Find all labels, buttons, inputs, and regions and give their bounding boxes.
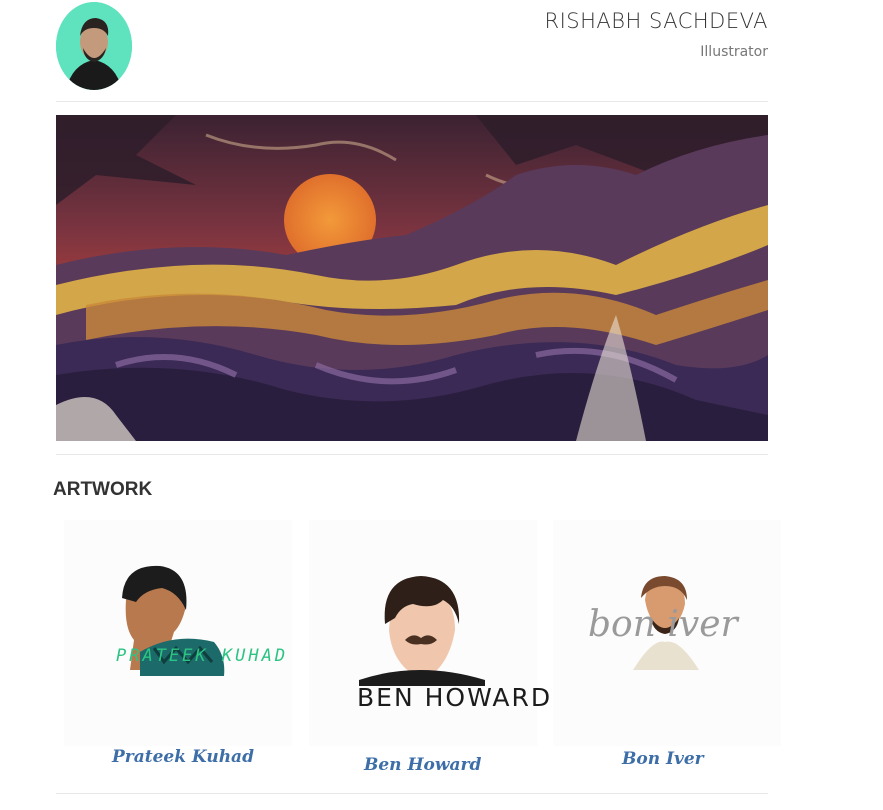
mountain-sunset-illustration-icon: [56, 115, 768, 441]
artwork-card-prateek-kuhad[interactable]: [64, 520, 292, 746]
prateek-kuhad-poster-text: PRATEEK KUHAD: [116, 646, 289, 666]
footer-divider: [56, 793, 768, 794]
ben-howard-portrait-icon: [359, 576, 485, 686]
artist-name: RISHABH SACHDEVA: [544, 9, 768, 33]
avatar-portrait-icon: [56, 2, 132, 90]
artwork-title-ben-howard[interactable]: Ben Howard: [364, 755, 481, 775]
artist-role: Illustrator: [700, 44, 768, 60]
profile-avatar[interactable]: [56, 2, 132, 90]
header-divider: [56, 101, 768, 102]
ben-howard-poster-text: BEN HOWARD: [357, 683, 553, 712]
hero-illustration: [56, 115, 768, 441]
prateek-kuhad-portrait-icon: [122, 565, 225, 676]
section-divider: [56, 454, 768, 455]
bon-iver-poster-text: bon iver: [588, 604, 738, 645]
artwork-section-title: ARTWORK: [53, 479, 153, 500]
artwork-title-bon-iver[interactable]: Bon Iver: [622, 749, 704, 769]
artwork-title-prateek-kuhad[interactable]: Prateek Kuhad: [112, 747, 254, 767]
artwork-card-ben-howard[interactable]: [309, 520, 537, 746]
